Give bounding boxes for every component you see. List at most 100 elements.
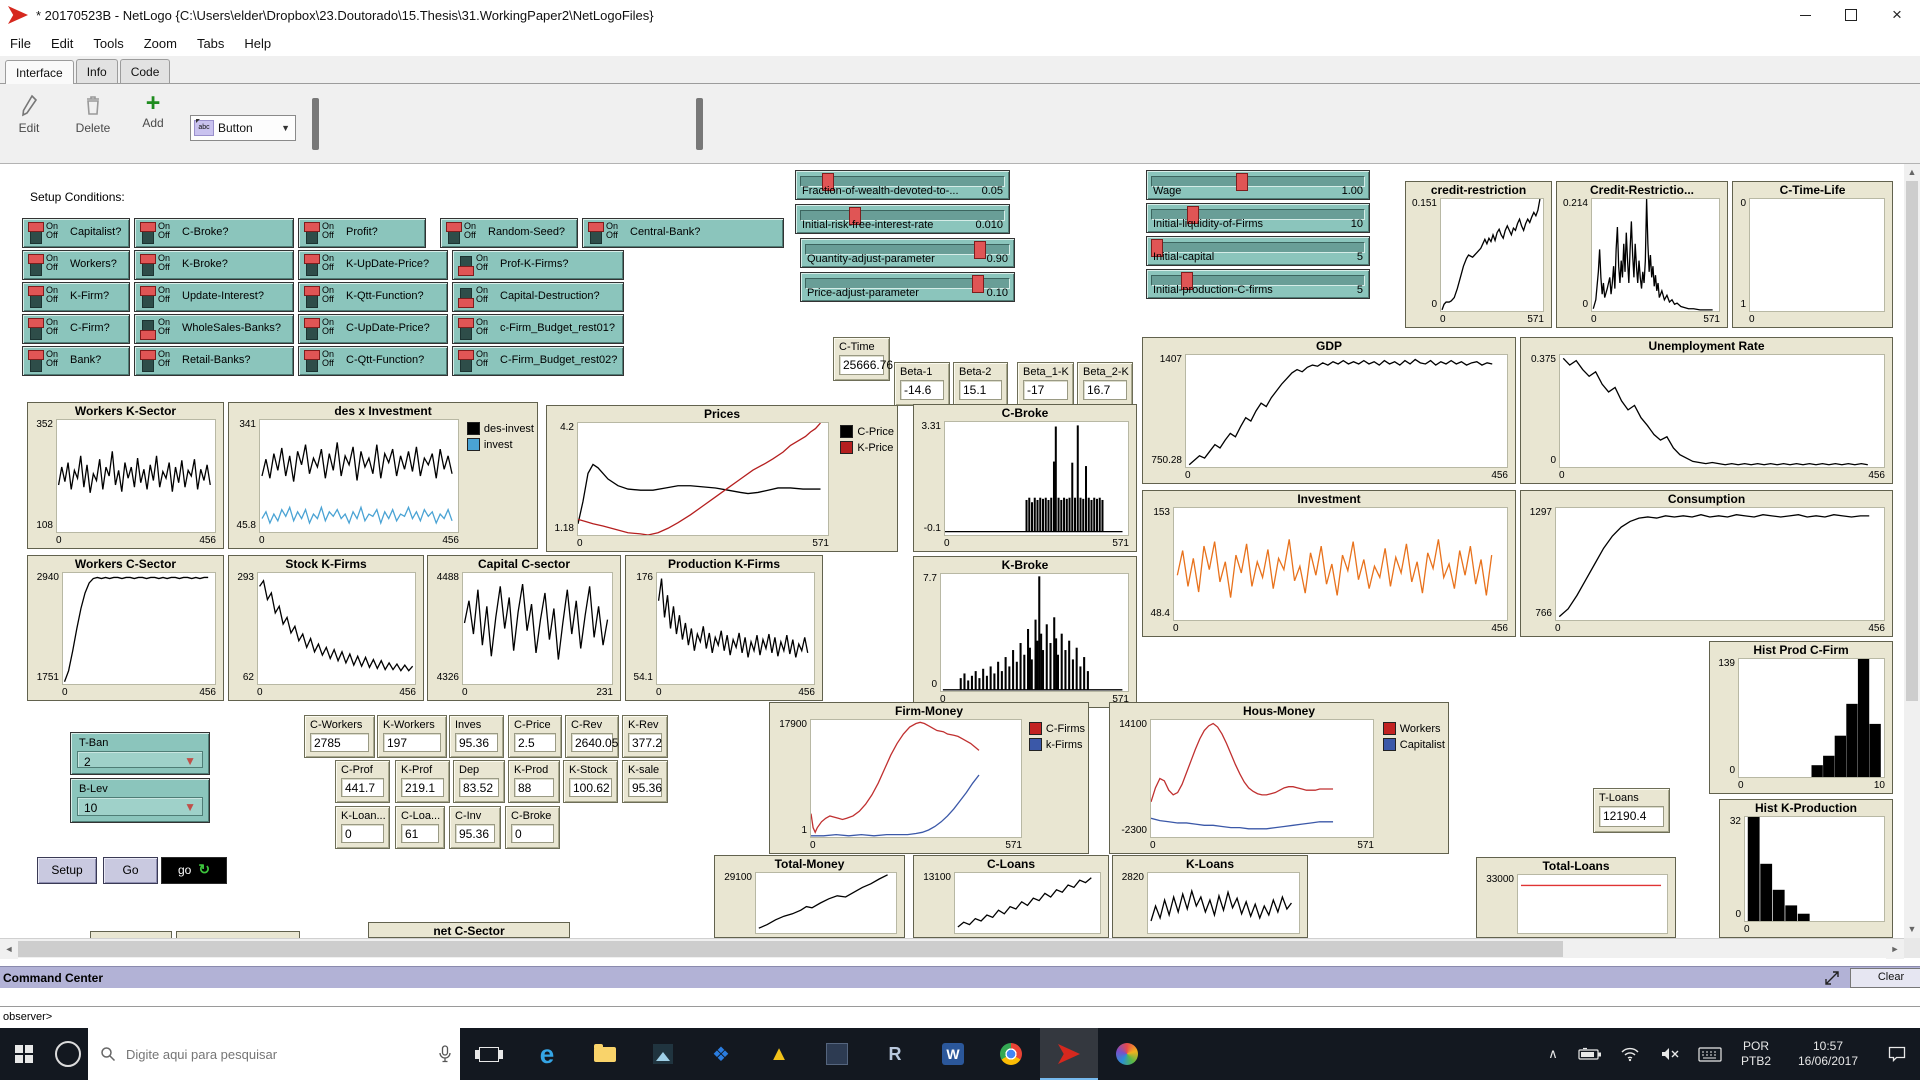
switch-k-update-price[interactable]: On Off K-UpDate-Price? [298,250,448,280]
switch-knob[interactable] [458,266,474,276]
add-tool-button[interactable]: + Add [126,91,180,131]
taskbar-app-warning-triangle[interactable]: ▲ [750,1028,808,1080]
switch-knob[interactable] [140,350,156,360]
switch-k-qtt-function[interactable]: On Off K-Qtt-Function? [298,282,448,312]
taskbar-app-pinwheel[interactable] [1098,1028,1156,1080]
taskbar-app-netlogo[interactable] [1040,1028,1098,1080]
switch-workers[interactable]: On Off Workers? [22,250,130,280]
slider-initial-production-c-firms[interactable]: Initial-production-C-firms 5 [1146,269,1370,299]
volume-muted-icon[interactable] [1650,1028,1690,1080]
chooser-b-lev[interactable]: B-Lev 10 ▼ [70,778,210,823]
switch-knob[interactable] [458,298,474,308]
taskbar-app-chrome[interactable] [982,1028,1040,1080]
slider-fraction-of-wealth[interactable]: Fraction-of-wealth-devoted-to-... 0.05 [795,170,1010,200]
taskbar-app-task-view[interactable] [460,1028,518,1080]
taskbar-search[interactable] [88,1028,460,1080]
search-input[interactable] [124,1045,426,1063]
clock[interactable]: 10:57 16/06/2017 [1782,1028,1874,1080]
switch-knob[interactable] [304,350,320,360]
close-button[interactable]: × [1874,0,1920,30]
taskbar-app-file-explorer[interactable] [576,1028,634,1080]
go-button[interactable]: Go [103,857,158,884]
taskbar-app-dropbox[interactable]: ❖ [692,1028,750,1080]
switch-knob[interactable] [28,318,44,328]
taskbar-app-dark-app[interactable] [808,1028,866,1080]
edit-tool-button[interactable]: Edit [2,94,56,135]
switch-c-firm-budget-rest01[interactable]: On Off c-Firm_Budget_rest01? [452,314,624,344]
horizontal-scroll-thumb[interactable] [18,941,1563,957]
vertical-scrollbar[interactable]: ▲ ▼ [1904,164,1920,938]
switch-bank[interactable]: On Off Bank? [22,346,130,376]
switch-c-update-price[interactable]: On Off C-UpDate-Price? [298,314,448,344]
action-center-button[interactable] [1874,1028,1920,1080]
menu-item-file[interactable]: File [0,36,41,51]
taskbar-app-word[interactable]: W [924,1028,982,1080]
expand-icon[interactable] [1824,970,1840,986]
slider-quantity-adjust-parameter[interactable]: Quantity-adjust-parameter 0.90 [800,238,1015,268]
chooser-value-box[interactable]: 2 ▼ [77,751,203,769]
start-button[interactable] [0,1028,48,1080]
switch-capital-destruction[interactable]: On Off Capital-Destruction? [452,282,624,312]
switch-c-firm-budget-rest02[interactable]: On Off C-Firm_Budget_rest02? [452,346,624,376]
switch-k-broke[interactable]: On Off K-Broke? [134,250,294,280]
switch-capitalist[interactable]: On Off Capitalist? [22,218,130,248]
tray-chevron-up-icon[interactable]: ∧ [1536,1028,1570,1080]
keyboard-icon[interactable] [1690,1028,1730,1080]
tab-info[interactable]: Info [75,59,118,83]
switch-knob[interactable] [28,254,44,264]
switch-c-broke[interactable]: On Off C-Broke? [134,218,294,248]
slider-knob[interactable] [973,241,986,259]
widget-type-dropdown[interactable]: abc Button ▼ [190,115,296,141]
menu-item-help[interactable]: Help [234,36,281,51]
slider-knob[interactable] [1236,173,1249,191]
switch-knob[interactable] [588,222,604,232]
switch-knob[interactable] [140,254,156,264]
wifi-icon[interactable] [1610,1028,1650,1080]
switch-random-seed[interactable]: On Off Random-Seed? [440,218,578,248]
slider-initial-capital[interactable]: Initial-capital 5 [1146,236,1370,266]
switch-knob[interactable] [304,286,320,296]
chooser-value-box[interactable]: 10 ▼ [77,797,203,816]
scroll-left-button[interactable]: ◄ [0,939,18,959]
slider-wage[interactable]: Wage 1.00 [1146,170,1370,200]
menu-item-zoom[interactable]: Zoom [134,36,187,51]
microphone-icon[interactable] [438,1045,452,1063]
switch-knob[interactable] [458,350,474,360]
switch-knob[interactable] [28,222,44,232]
switch-knob[interactable] [458,318,474,328]
switch-k-firm[interactable]: On Off K-Firm? [22,282,130,312]
switch-knob[interactable] [140,222,156,232]
slider-price-adjust-parameter[interactable]: Price-adjust-parameter 0.10 [800,272,1015,302]
tab-interface[interactable]: Interface [5,60,74,84]
switch-knob[interactable] [140,330,156,340]
switch-profit[interactable]: On Off Profit? [298,218,426,248]
battery-icon[interactable] [1570,1028,1610,1080]
switch-c-firm[interactable]: On Off C-Firm? [22,314,130,344]
switch-knob[interactable] [140,286,156,296]
switch-retail-banks[interactable]: On Off Retail-Banks? [134,346,294,376]
horizontal-scrollbar[interactable]: ◄ ► [0,938,1904,959]
scroll-up-button[interactable]: ▲ [1904,164,1920,181]
menu-item-tabs[interactable]: Tabs [187,36,234,51]
vertical-scroll-thumb[interactable] [1906,181,1918,701]
scroll-right-button[interactable]: ► [1886,939,1904,959]
switch-update-interest[interactable]: On Off Update-Interest? [134,282,294,312]
scroll-down-button[interactable]: ▼ [1904,921,1920,938]
switch-knob[interactable] [28,350,44,360]
setup-button[interactable]: Setup [37,857,97,884]
switch-knob[interactable] [28,286,44,296]
switch-knob[interactable] [304,222,320,232]
slider-initial-liquidity-of-firms[interactable]: Initial-liquidity-of-Firms 10 [1146,203,1370,233]
taskbar-app-photos[interactable] [634,1028,692,1080]
taskbar-app-edge[interactable]: e [518,1028,576,1080]
cortana-button[interactable] [48,1028,88,1080]
switch-wholesales-banks[interactable]: On Off WholeSales-Banks? [134,314,294,344]
switch-c-qtt-function[interactable]: On Off C-Qtt-Function? [298,346,448,376]
tab-code[interactable]: Code [119,59,171,83]
slider-initial-risk-free-interest-rate[interactable]: Initial-risk-free-interest-rate 0.010 [795,204,1010,234]
maximize-button[interactable] [1828,0,1874,30]
switch-central-bank[interactable]: On Off Central-Bank? [582,218,784,248]
menu-item-tools[interactable]: Tools [83,36,133,51]
switch-prof-k-firms[interactable]: On Off Prof-K-Firms? [452,250,624,280]
taskbar-app-r-project[interactable]: R [866,1028,924,1080]
